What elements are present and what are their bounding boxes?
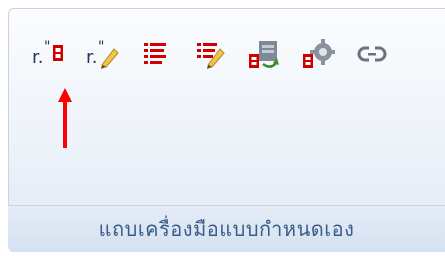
group-label: แถบเครื่องมือแบบกำหนดเอง: [8, 205, 445, 252]
insert-shortcut-button[interactable]: r. ": [30, 36, 66, 72]
svg-text:": ": [44, 39, 50, 55]
edit-list-button[interactable]: [192, 36, 228, 72]
edit-shortcut-button[interactable]: r. ": [84, 36, 120, 72]
annotation-arrow-icon: [58, 88, 72, 148]
refresh-shortcut-icon: [249, 41, 279, 68]
list-button[interactable]: [138, 36, 174, 72]
link-icon: [357, 46, 387, 62]
refresh-shortcut-button[interactable]: [246, 36, 282, 72]
ribbon-frame: r. " r. " แถบเครื่องมือแบบกำหนดเอง: [0, 0, 445, 256]
svg-text:": ": [98, 39, 104, 55]
link-button[interactable]: [354, 36, 390, 72]
list-icon: [144, 43, 166, 64]
settings-shortcut-button[interactable]: [300, 36, 336, 72]
toolbar-row: r. " r. ": [30, 34, 408, 74]
insert-shortcut-icon: r. ": [32, 39, 63, 68]
settings-shortcut-icon: [303, 39, 335, 68]
edit-shortcut-icon: r. ": [86, 39, 119, 69]
svg-text:r.: r.: [86, 47, 97, 68]
edit-list-icon: [197, 43, 225, 69]
svg-text:r.: r.: [32, 47, 43, 68]
